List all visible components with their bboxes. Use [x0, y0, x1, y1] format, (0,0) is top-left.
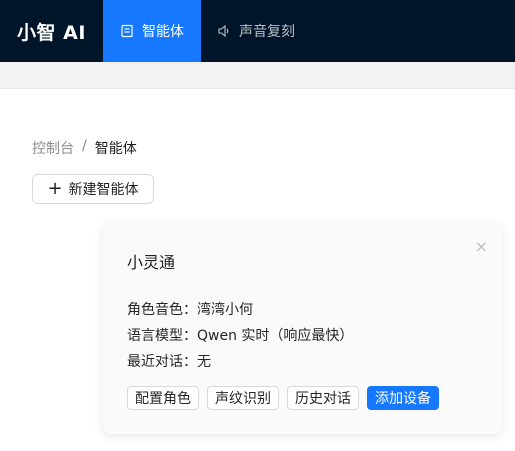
nav-item-voice-clone[interactable]: 声音复刻: [201, 0, 311, 62]
agent-model-row: 语言模型：Qwen 实时（响应最快）: [127, 323, 353, 349]
nav-item-agents-label: 智能体: [142, 24, 184, 40]
top-navbar: 小智 AI 智能体 声音复刻: [0, 0, 515, 62]
new-agent-button-label: 新建智能体: [68, 182, 139, 198]
breadcrumb: 控制台 / 智能体: [32, 138, 137, 158]
agent-voice-label: 角色音色：: [127, 302, 197, 318]
new-agent-button[interactable]: + 新建智能体: [32, 174, 154, 204]
agent-voice-value: 湾湾小何: [197, 302, 253, 318]
breadcrumb-console-link[interactable]: 控制台: [32, 138, 74, 158]
agent-info: 角色音色：湾湾小何 语言模型：Qwen 实时（响应最快） 最近对话：无: [127, 297, 353, 375]
breadcrumb-current: 智能体: [94, 141, 137, 157]
breadcrumb-separator: /: [82, 138, 87, 154]
history-chat-button[interactable]: 历史对话: [287, 386, 359, 410]
sub-header-bar: [0, 62, 515, 89]
add-device-button[interactable]: 添加设备: [367, 386, 439, 410]
agent-voice-row: 角色音色：湾湾小何: [127, 297, 353, 323]
agent-last-chat-value: 无: [197, 354, 211, 370]
agent-model-label: 语言模型：: [127, 328, 197, 344]
configure-role-button[interactable]: 配置角色: [127, 386, 199, 410]
plus-icon: +: [47, 178, 63, 199]
agent-card: 小灵通 × 角色音色：湾湾小何 语言模型：Qwen 实时（响应最快） 最近对话：…: [103, 223, 502, 434]
nav-item-agents[interactable]: 智能体: [103, 0, 201, 62]
agent-last-chat-row: 最近对话：无: [127, 349, 353, 375]
nav-item-voice-clone-label: 声音复刻: [239, 24, 295, 40]
close-icon[interactable]: ×: [475, 237, 488, 256]
agent-model-value: Qwen 实时（响应最快）: [197, 328, 354, 344]
agent-actions: 配置角色 声纹识别 历史对话 添加设备: [127, 386, 439, 410]
agent-last-chat-label: 最近对话：: [127, 354, 197, 370]
agent-icon: [120, 24, 134, 38]
speaker-icon: [217, 24, 231, 38]
brand-logo: 小智 AI: [17, 21, 86, 44]
agent-name: 小灵通: [127, 253, 176, 272]
voiceprint-button[interactable]: 声纹识别: [207, 386, 279, 410]
